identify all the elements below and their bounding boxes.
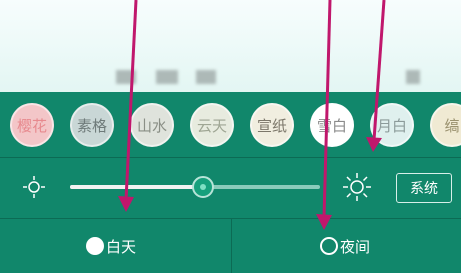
theme-label: 云天 — [196, 116, 227, 135]
day-mode-label: 白天 — [106, 237, 137, 256]
reader-page-background — [0, 0, 461, 92]
theme-swatch-cloud[interactable]: 云天 — [190, 103, 234, 147]
theme-swatch-rice-paper[interactable]: 宣纸 — [250, 103, 294, 147]
brightness-slider-thumb[interactable] — [191, 176, 214, 198]
brightness-slider-fill — [70, 185, 203, 189]
theme-swatch-moon-white[interactable]: 月白 — [370, 103, 414, 147]
status-bar-blur — [196, 70, 216, 84]
theme-swatch-snow-white[interactable]: 雪白 — [310, 103, 354, 147]
system-brightness-button[interactable]: 系统 — [396, 173, 452, 203]
system-button-label: 系统 — [410, 181, 438, 197]
status-bar-blur — [406, 70, 420, 84]
theme-label: 缟 — [444, 116, 460, 135]
radio-selected-icon — [86, 237, 104, 255]
theme-label: 雪白 — [316, 116, 347, 135]
day-mode-option[interactable]: 白天 — [86, 232, 136, 260]
theme-label: 樱花 — [16, 116, 47, 135]
brightness-slider[interactable] — [70, 176, 320, 198]
night-mode-label: 夜间 — [340, 237, 371, 256]
theme-swatch-sakura[interactable]: 樱花 — [10, 103, 54, 147]
theme-label: 宣纸 — [256, 116, 287, 135]
brightness-low-icon — [23, 176, 45, 198]
theme-swatch-plain[interactable]: 素格 — [70, 103, 114, 147]
theme-swatch-landscape[interactable]: 山水 — [130, 103, 174, 147]
theme-label: 月白 — [376, 116, 407, 135]
theme-label: 素格 — [76, 116, 107, 135]
brightness-high-icon — [343, 173, 371, 201]
status-bar-blur — [116, 70, 136, 84]
night-mode-option[interactable]: 夜间 — [320, 232, 370, 260]
status-bar-blur — [156, 70, 178, 84]
divider — [0, 157, 461, 158]
theme-label: 山水 — [136, 116, 167, 135]
radio-unselected-icon — [320, 237, 338, 255]
divider — [231, 218, 232, 273]
